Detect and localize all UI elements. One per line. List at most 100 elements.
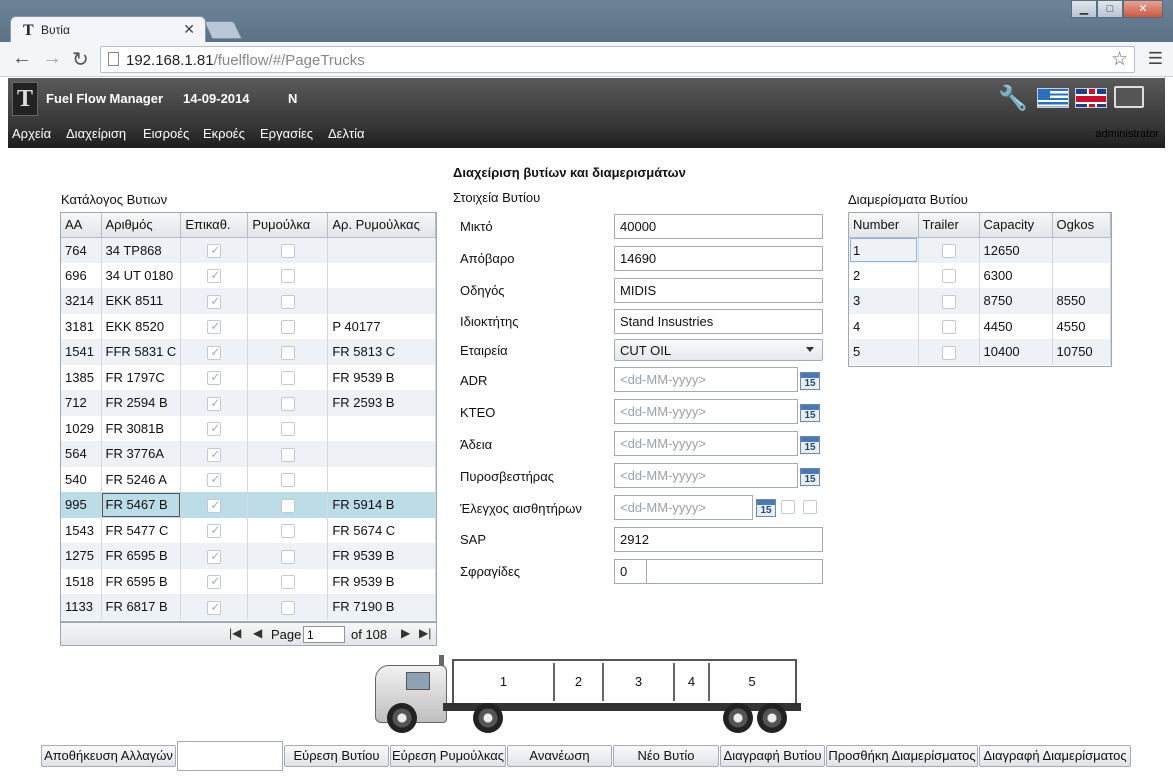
compartment-5[interactable]: 5 bbox=[710, 663, 794, 701]
table-row[interactable]: 1541FFR 5831 C FR 5813 C bbox=[61, 339, 436, 365]
table-row[interactable]: 1518FR 6595 B FR 9539 B bbox=[61, 568, 436, 594]
cell-comp-volume[interactable]: 10750 bbox=[1052, 339, 1111, 365]
cell-aa[interactable]: 712 bbox=[61, 390, 102, 416]
cell-trailer-number[interactable]: FR 2593 B bbox=[327, 390, 436, 416]
table-row[interactable]: 1543FR 5477 C FR 5674 C bbox=[61, 517, 436, 543]
comp-trailer-checkbox[interactable] bbox=[941, 345, 956, 360]
cell-comp-trailer[interactable] bbox=[918, 237, 980, 263]
company-select[interactable]: CUT OIL bbox=[614, 339, 823, 361]
cell-trailer[interactable] bbox=[247, 262, 329, 288]
trailer-checkbox[interactable] bbox=[280, 396, 295, 411]
cell-number[interactable]: FR 6595 B bbox=[101, 568, 182, 594]
cell-number[interactable]: FR 6817 B bbox=[101, 594, 182, 620]
trailer-checkbox[interactable] bbox=[280, 422, 295, 437]
adr-date-field[interactable]: <dd-MM-yyyy> bbox=[614, 367, 798, 392]
cell-epik[interactable] bbox=[180, 466, 249, 492]
cell-number[interactable]: FR 1797C bbox=[101, 364, 182, 390]
cell-number[interactable]: 34 TP868 bbox=[101, 237, 182, 263]
save-changes-button[interactable]: Αποθήκευση Αλλαγών bbox=[41, 745, 176, 767]
cell-number[interactable]: FR 3081B bbox=[101, 415, 182, 441]
compartment-4[interactable]: 4 bbox=[675, 663, 710, 701]
epik-checkbox[interactable] bbox=[207, 472, 222, 488]
cell-trailer[interactable] bbox=[247, 339, 329, 365]
table-row[interactable]: 995FR 5467 B FR 5914 B bbox=[61, 492, 436, 518]
cell-aa[interactable]: 1029 bbox=[61, 415, 102, 441]
window-close-button[interactable]: ✕ bbox=[1123, 0, 1163, 18]
cell-comp-trailer[interactable] bbox=[918, 262, 980, 288]
cell-aa[interactable]: 1518 bbox=[61, 568, 102, 594]
cell-trailer-number[interactable]: FR 7190 B bbox=[327, 594, 436, 620]
cell-trailer-number[interactable] bbox=[327, 237, 436, 263]
cell-trailer-number[interactable]: FR 9539 B bbox=[327, 568, 436, 594]
cell-trailer[interactable] bbox=[247, 568, 329, 594]
tab-close-icon[interactable]: ✕ bbox=[183, 21, 195, 38]
epik-checkbox[interactable] bbox=[207, 549, 222, 564]
cell-epik[interactable] bbox=[180, 517, 249, 543]
cell-number[interactable]: EKK 8511 bbox=[101, 288, 182, 314]
table-row[interactable]: 712FR 2594 B FR 2593 B bbox=[61, 390, 436, 416]
first-page-icon[interactable]: |◀ bbox=[229, 626, 241, 640]
trailer-checkbox[interactable] bbox=[280, 473, 295, 488]
cell-trailer-number[interactable]: FR 5674 C bbox=[327, 517, 436, 543]
cell-trailer[interactable] bbox=[247, 441, 329, 467]
cell-trailer[interactable] bbox=[247, 415, 329, 441]
new-truck-button[interactable]: Νέο Βυτίο bbox=[613, 745, 719, 767]
maximize-button[interactable]: □ bbox=[1097, 0, 1123, 18]
next-page-icon[interactable]: ▶ bbox=[401, 626, 410, 640]
forward-icon[interactable]: → bbox=[42, 47, 62, 70]
col-header-number[interactable]: Αριθμός bbox=[101, 213, 182, 238]
adr-calendar-icon[interactable]: 15 bbox=[800, 372, 820, 390]
refresh-button[interactable]: Ανανέωση bbox=[507, 745, 612, 767]
license-date-field[interactable]: <dd-MM-yyyy> bbox=[614, 431, 798, 456]
table-row[interactable]: 564 FR 3776A bbox=[61, 441, 436, 467]
cell-trailer[interactable] bbox=[247, 364, 329, 390]
cell-epik[interactable] bbox=[180, 339, 249, 365]
cell-trailer-number[interactable]: FR 5813 C bbox=[327, 339, 436, 365]
cell-epik[interactable] bbox=[180, 568, 249, 594]
gross-weight-field[interactable]: 40000 bbox=[614, 214, 823, 239]
greek-flag-icon[interactable] bbox=[1037, 88, 1069, 108]
compartment-3[interactable]: 3 bbox=[604, 663, 675, 701]
trailer-checkbox[interactable] bbox=[280, 575, 295, 590]
cell-epik[interactable] bbox=[180, 594, 249, 620]
epik-checkbox[interactable] bbox=[207, 243, 222, 258]
cell-trailer-number[interactable]: FR 9539 B bbox=[327, 543, 436, 569]
cell-trailer-number[interactable] bbox=[327, 466, 436, 492]
table-row[interactable]: 1029 FR 3081B bbox=[61, 415, 436, 441]
cell-comp-volume[interactable]: 4550 bbox=[1052, 313, 1111, 339]
cell-aa[interactable]: 1543 bbox=[61, 517, 102, 543]
browser-menu-icon[interactable]: ☰ bbox=[1148, 49, 1163, 69]
epik-checkbox[interactable] bbox=[207, 574, 222, 590]
col-header-trailer-number[interactable]: Αρ. Ρυμούλκας bbox=[327, 213, 436, 238]
cell-number[interactable]: FR 6595 B bbox=[101, 543, 182, 569]
cell-comp-capacity[interactable]: 6300 bbox=[979, 262, 1053, 288]
table-row[interactable]: 1 12650 bbox=[849, 237, 1111, 263]
cell-epik[interactable] bbox=[180, 313, 249, 339]
uk-flag-icon[interactable] bbox=[1075, 88, 1107, 108]
find-truck-button[interactable]: Εύρεση Βυτίου bbox=[284, 745, 389, 767]
trailer-checkbox[interactable] bbox=[280, 600, 295, 615]
cell-comp-number[interactable]: 3 bbox=[849, 288, 919, 314]
delete-truck-button[interactable]: Διαγραφή Βυτίου bbox=[720, 745, 825, 767]
table-row[interactable]: 3 8750 8550 bbox=[849, 288, 1111, 314]
menu-item-inflows[interactable]: Εισροές bbox=[143, 126, 189, 141]
menu-item-outflows[interactable]: Εκροές bbox=[203, 126, 245, 141]
cell-comp-capacity[interactable]: 12650 bbox=[979, 237, 1053, 263]
cell-trailer-number[interactable] bbox=[327, 288, 436, 314]
trailer-checkbox[interactable] bbox=[280, 269, 295, 284]
cell-comp-volume[interactable]: 8550 bbox=[1052, 288, 1111, 314]
driver-field[interactable]: MIDIS bbox=[614, 278, 823, 303]
cell-trailer[interactable] bbox=[247, 237, 329, 263]
cell-aa[interactable]: 564 bbox=[61, 441, 102, 467]
cell-trailer-number[interactable] bbox=[327, 441, 436, 467]
trailer-checkbox[interactable] bbox=[280, 345, 295, 360]
trailer-checkbox[interactable] bbox=[280, 243, 295, 258]
epik-checkbox[interactable] bbox=[207, 396, 222, 411]
table-row[interactable]: 540 FR 5246 A bbox=[61, 466, 436, 492]
wrench-icon[interactable]: 🔧 bbox=[998, 84, 1028, 113]
cell-number[interactable]: FR 5467 B bbox=[101, 492, 182, 518]
cell-number[interactable]: FR 5246 A bbox=[101, 466, 182, 492]
cell-comp-number[interactable]: 4 bbox=[849, 313, 919, 339]
col-header-epik[interactable]: Επικαθ. bbox=[180, 213, 249, 238]
menu-item-tasks[interactable]: Εργασίες bbox=[260, 126, 313, 141]
